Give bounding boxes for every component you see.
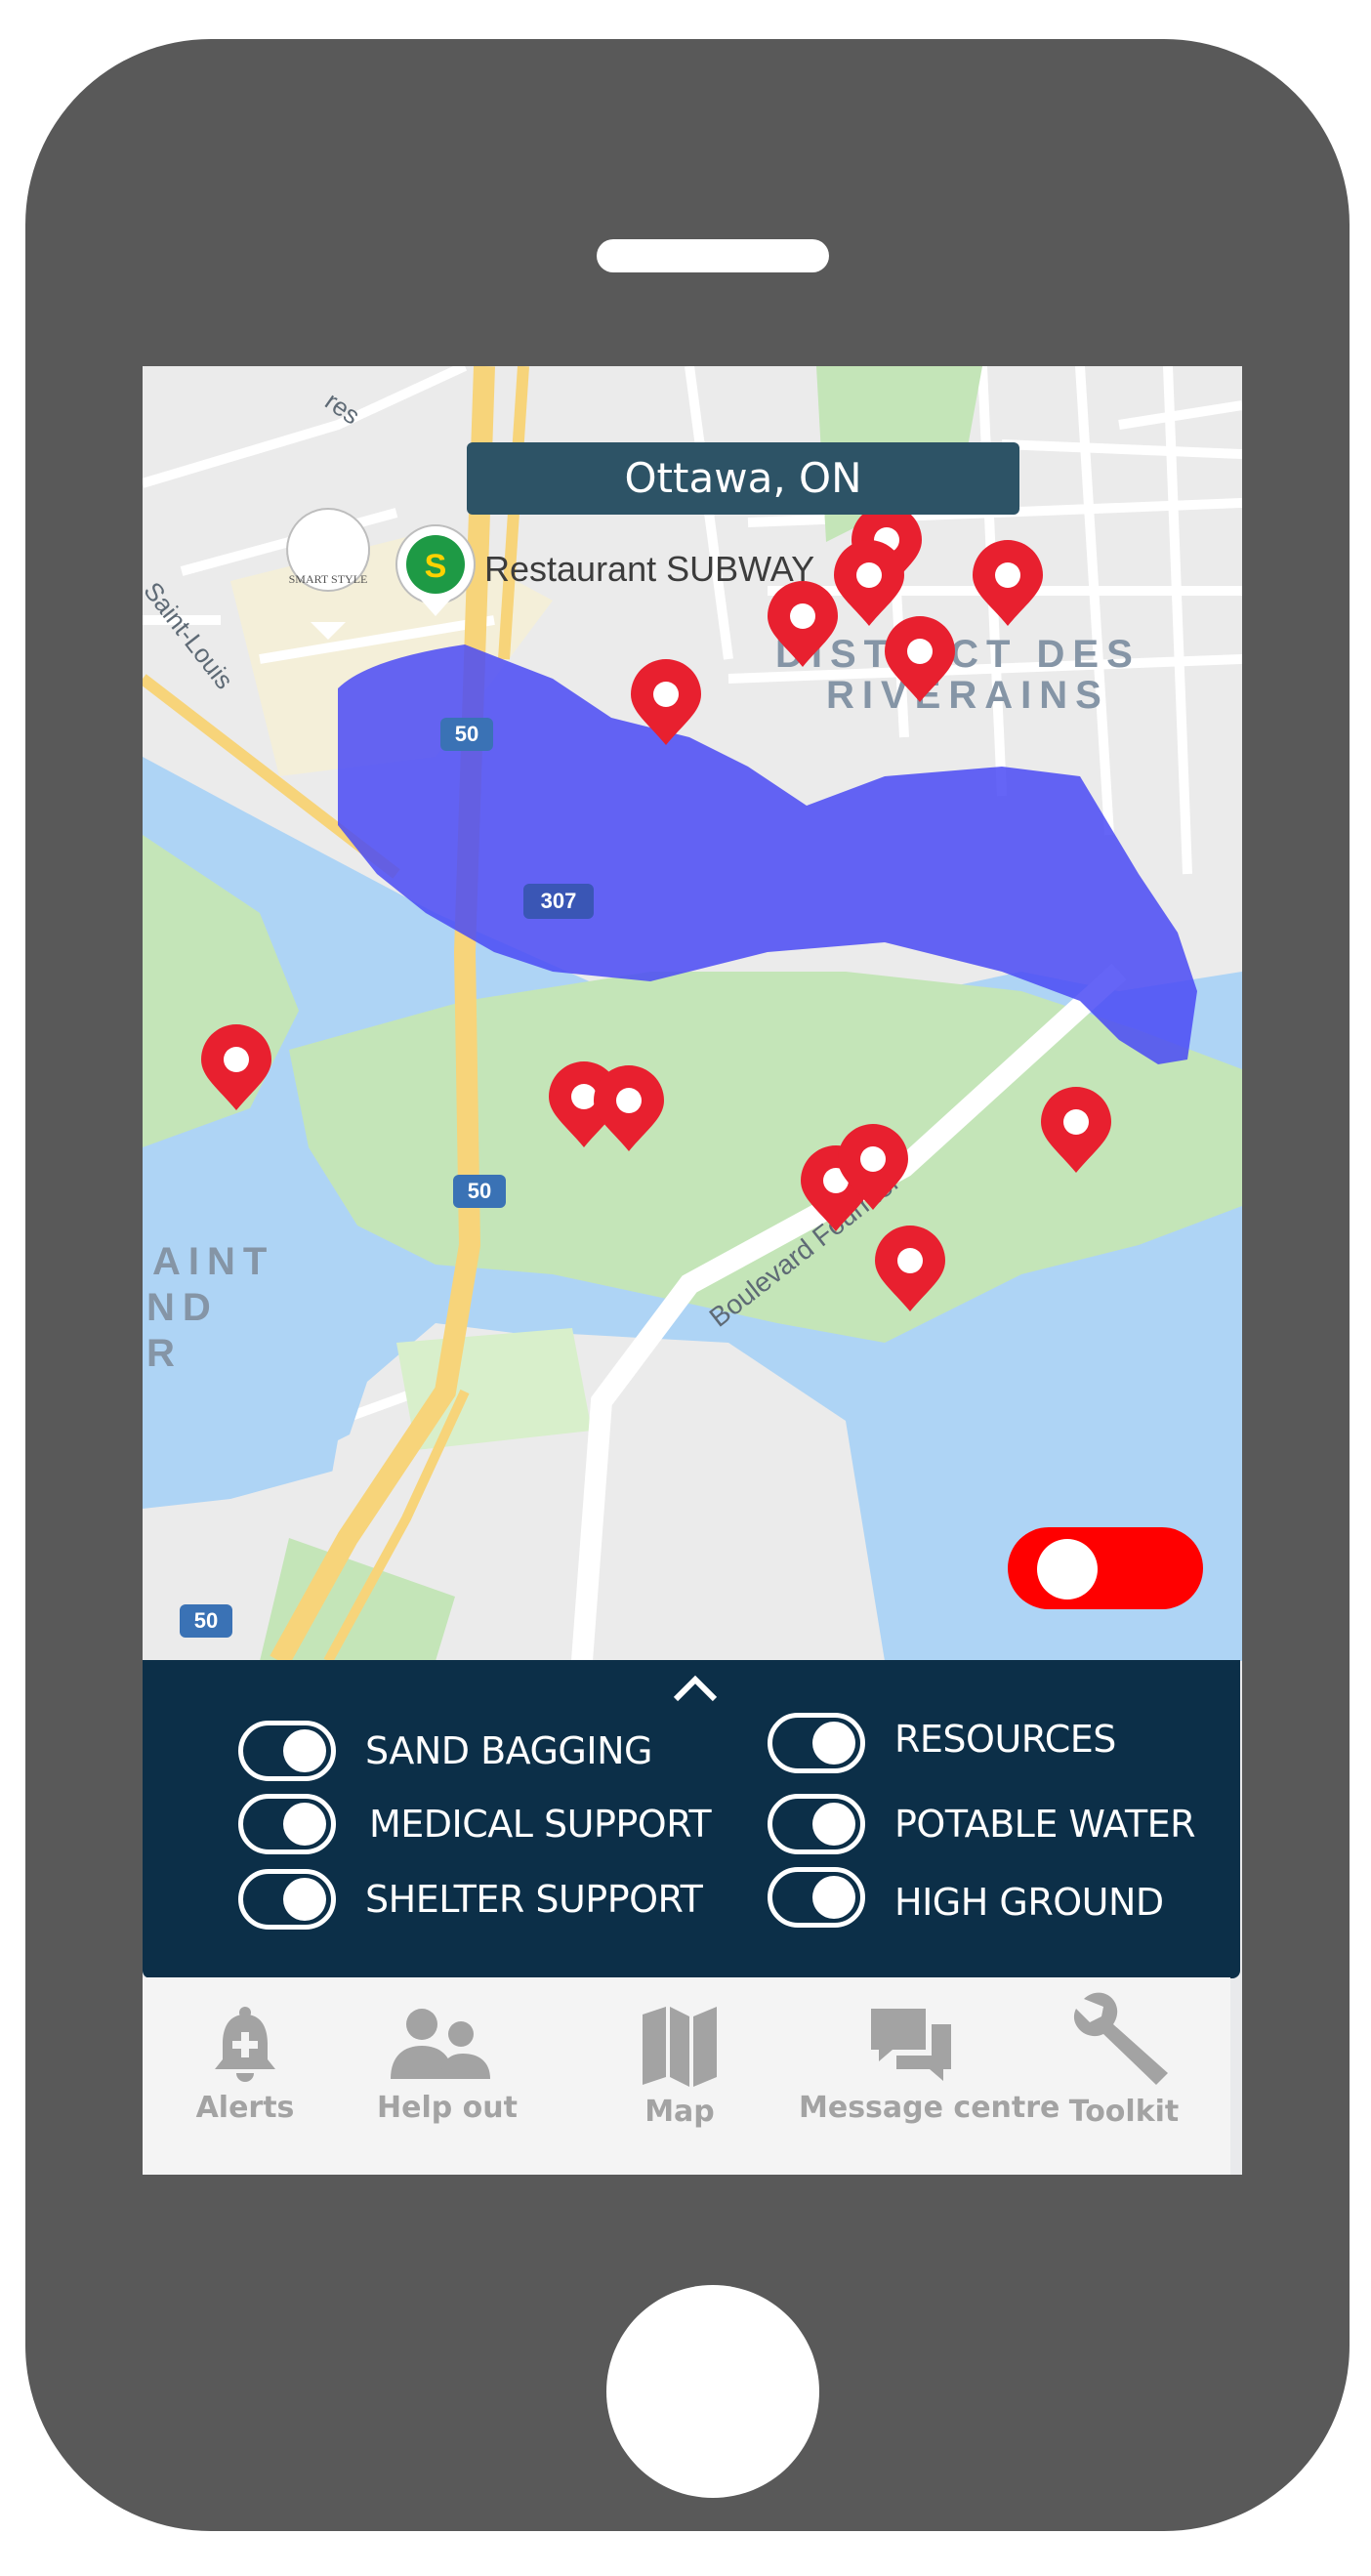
svg-text:50: 50 [468, 1179, 491, 1203]
wrench-icon [1073, 1992, 1168, 2085]
filter-high-ground[interactable]: HIGH GROUND [768, 1863, 1164, 1932]
bell-plus-icon [215, 2007, 275, 2082]
people-icon [391, 2009, 490, 2079]
filter-label: MEDICAL SUPPORT [369, 1803, 712, 1846]
location-title[interactable]: Ottawa, ON [467, 442, 1019, 515]
app-screen: 50 307 50 50 res Saint-Louis Restaurant … [143, 366, 1242, 2175]
switch-knob [283, 1878, 326, 1921]
tab-label: Alerts [195, 2091, 295, 2125]
chevron-up-icon[interactable] [672, 1670, 719, 1705]
tab-label: Message centre [799, 2091, 1060, 2125]
tab-map[interactable]: Map [631, 2005, 728, 2151]
svg-text:50: 50 [194, 1608, 218, 1633]
map-icon [643, 2007, 717, 2087]
filter-label: RESOURCES [894, 1718, 1116, 1761]
tab-message-centre[interactable]: Message centre [799, 2005, 1060, 2151]
tab-label: Toolkit [1068, 2095, 1180, 2129]
home-button[interactable] [606, 2285, 819, 2498]
svg-text:307: 307 [541, 889, 577, 913]
toggle-switch[interactable] [768, 1867, 865, 1928]
route-badge: 50 [440, 718, 493, 751]
svg-text:SMART STYLE: SMART STYLE [289, 572, 368, 586]
area-label: AINT [152, 1240, 274, 1283]
toggle-knob [1037, 1539, 1098, 1600]
toggle-switch[interactable] [238, 1721, 336, 1781]
toggle-switch[interactable] [238, 1869, 336, 1930]
filter-medical-support[interactable]: MEDICAL SUPPORT [238, 1790, 712, 1858]
bottom-tab-bar: Alerts Help out Map Message centre Toolk… [143, 1977, 1230, 2175]
filter-label: SHELTER SUPPORT [365, 1878, 703, 1921]
filter-label: POTABLE WATER [894, 1803, 1196, 1846]
filter-potable-water[interactable]: POTABLE WATER [768, 1790, 1196, 1858]
toggle-switch[interactable] [768, 1713, 865, 1773]
filter-shelter-support[interactable]: SHELTER SUPPORT [238, 1865, 703, 1933]
switch-knob [283, 1729, 326, 1772]
route-badge: 50 [180, 1604, 232, 1638]
district-label: DISTRICT DES [775, 633, 1141, 676]
area-label: ND [146, 1286, 219, 1329]
tab-alerts[interactable]: Alerts [191, 2005, 299, 2151]
filter-label: HIGH GROUND [894, 1881, 1164, 1924]
restaurant-label[interactable]: Restaurant SUBWAY [484, 549, 814, 589]
map-canvas[interactable]: 50 307 50 50 res Saint-Louis Restaurant … [143, 366, 1242, 1661]
filter-label: SAND BAGGING [365, 1729, 652, 1772]
toggle-switch[interactable] [768, 1794, 865, 1854]
speaker-grille [597, 239, 829, 272]
tab-label: Help out [377, 2091, 518, 2125]
tab-toolkit[interactable]: Toolkit [1060, 1992, 1187, 2151]
svg-text:S: S [425, 548, 447, 585]
svg-text:50: 50 [455, 722, 478, 746]
route-badge: 307 [523, 884, 594, 919]
chat-bubbles-icon [871, 2009, 951, 2081]
filter-sand-bagging[interactable]: SAND BAGGING [238, 1717, 652, 1785]
map-view[interactable]: 50 307 50 50 res Saint-Louis Restaurant … [143, 366, 1242, 1661]
switch-knob [812, 1722, 855, 1765]
tab-label: Map [644, 2095, 715, 2129]
filter-resources[interactable]: RESOURCES [768, 1709, 1116, 1777]
overlay-toggle[interactable] [1008, 1527, 1203, 1609]
route-badge: 50 [453, 1175, 506, 1208]
district-label: RIVERAINS [826, 674, 1109, 717]
switch-knob [812, 1803, 855, 1846]
area-label: R [146, 1332, 183, 1375]
switch-knob [283, 1803, 326, 1846]
tab-help-out[interactable]: Help out [377, 2005, 518, 2151]
switch-knob [812, 1876, 855, 1919]
filter-panel: SAND BAGGING MEDICAL SUPPORT SHELTER SUP… [143, 1660, 1240, 1978]
toggle-switch[interactable] [238, 1794, 336, 1854]
